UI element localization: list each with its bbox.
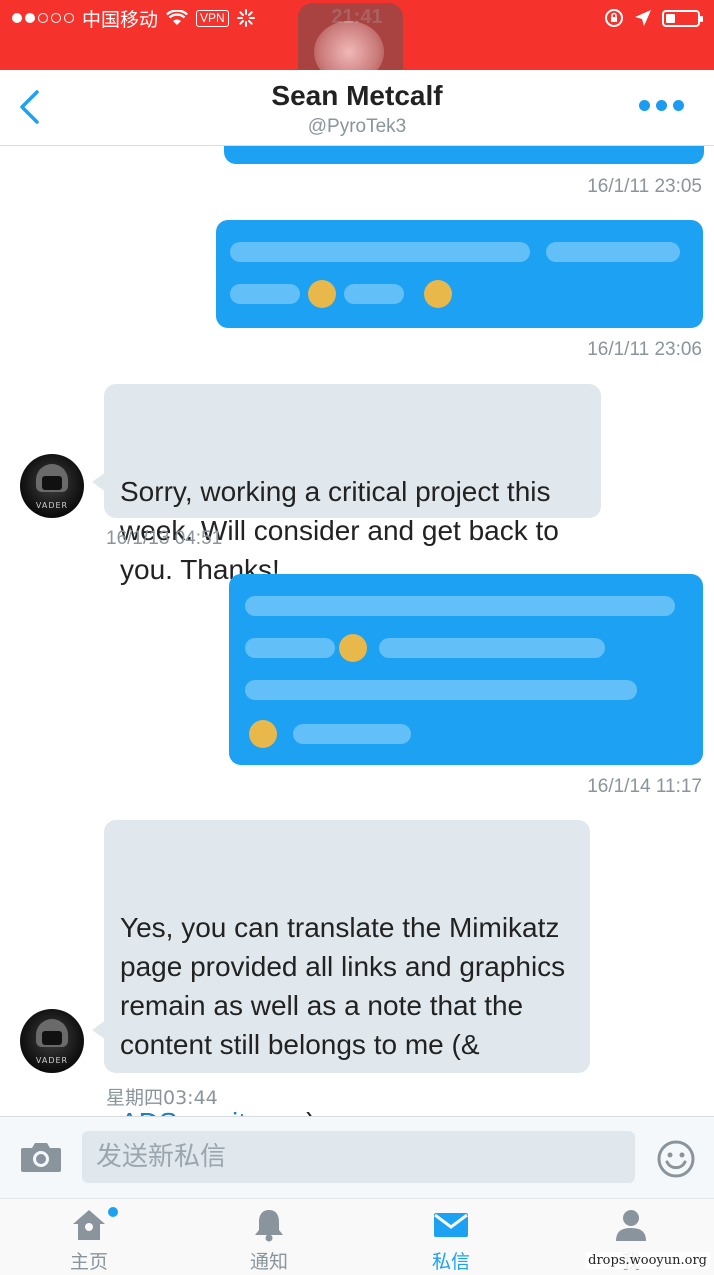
emoji-button[interactable] bbox=[656, 1139, 696, 1179]
tab-label: 通知 bbox=[249, 1251, 288, 1273]
battery-icon bbox=[662, 9, 703, 27]
message-text-suffix: ) bbox=[306, 1107, 315, 1116]
tab-bar: 主页 通知 私信 我 drops.wooyun.org bbox=[0, 1198, 714, 1275]
contact-avatar[interactable]: VADER bbox=[20, 454, 84, 518]
incoming-message-bubble[interactable]: Sorry, working a critical project this w… bbox=[92, 384, 601, 585]
home-icon bbox=[73, 1210, 105, 1240]
outgoing-message-bubble[interactable] bbox=[216, 220, 703, 328]
watermark: drops.wooyun.org bbox=[585, 1252, 710, 1269]
smiley-icon bbox=[657, 1140, 695, 1178]
outgoing-message-bubble[interactable] bbox=[224, 146, 704, 164]
ellipsis-icon bbox=[639, 100, 650, 111]
tab-label: 主页 bbox=[69, 1251, 108, 1273]
incoming-message-bubble[interactable]: Yes, you can translate the Mimikatz page… bbox=[92, 820, 590, 1116]
status-right bbox=[604, 6, 703, 30]
avatar-caption: VADER bbox=[35, 1056, 69, 1065]
message-timestamp: 16/1/13 04:51 bbox=[106, 528, 223, 549]
app-screen: 中国移动 VPN 21:41 bbox=[0, 0, 714, 1275]
tab-messages[interactable]: 私信 bbox=[362, 1199, 540, 1275]
message-text: Yes, you can translate the Mimikatz page… bbox=[120, 912, 566, 1060]
outgoing-message-bubble[interactable] bbox=[229, 574, 703, 765]
contact-name: Sean Metcalf bbox=[271, 80, 443, 111]
conversation-header: Sean Metcalf @PyroTek3 bbox=[0, 70, 714, 146]
camera-icon bbox=[21, 1143, 61, 1172]
location-arrow-icon bbox=[635, 10, 651, 26]
message-timestamp: 16/1/11 23:06 bbox=[587, 339, 702, 360]
tab-notifications[interactable]: 通知 bbox=[180, 1199, 358, 1275]
message-timestamp: 16/1/11 23:05 bbox=[587, 176, 702, 197]
message-thread[interactable]: 16/1/11 23:05 16/1/11 23:06 VADER Sorry,… bbox=[0, 146, 714, 1116]
bell-icon bbox=[255, 1210, 283, 1242]
contact-handle: @PyroTek3 bbox=[307, 116, 407, 137]
person-icon bbox=[616, 1210, 646, 1241]
tab-label: 私信 bbox=[431, 1251, 470, 1273]
envelope-icon bbox=[434, 1213, 468, 1237]
contact-avatar[interactable]: VADER bbox=[20, 1009, 84, 1073]
more-options-button[interactable] bbox=[639, 100, 684, 111]
camera-button[interactable] bbox=[20, 1141, 62, 1173]
message-composer bbox=[0, 1116, 714, 1198]
unread-badge-dot bbox=[108, 1207, 118, 1217]
rotation-lock-icon bbox=[605, 9, 623, 27]
tab-home[interactable]: 主页 bbox=[0, 1199, 178, 1275]
message-input[interactable] bbox=[82, 1131, 635, 1183]
avatar-caption: VADER bbox=[35, 501, 69, 510]
message-timestamp: 16/1/14 11:17 bbox=[587, 776, 702, 797]
message-timestamp: 星期四03:44 bbox=[106, 1087, 218, 1109]
